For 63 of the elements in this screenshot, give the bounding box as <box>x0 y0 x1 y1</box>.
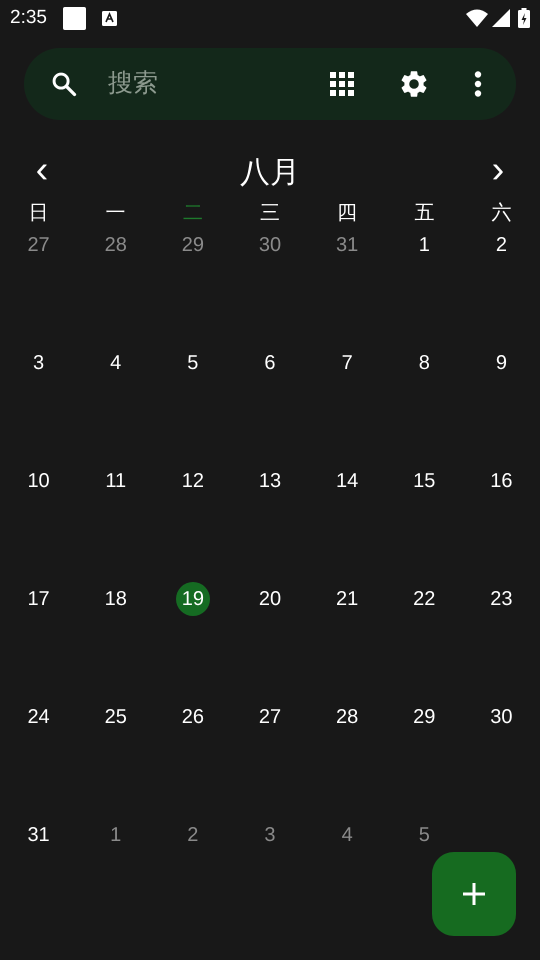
day-cell[interactable]: 8 <box>407 346 442 380</box>
grid-icon[interactable] <box>330 72 354 96</box>
weekday-label: 六 <box>491 201 512 226</box>
day-cell[interactable]: 30 <box>252 228 287 262</box>
day-cell[interactable]: 5 <box>176 346 210 380</box>
month-title: 八月 <box>240 154 300 190</box>
day-cell[interactable]: 28 <box>98 228 133 262</box>
notification-icon <box>62 6 86 30</box>
day-cell[interactable]: 19 <box>176 582 210 616</box>
day-cell[interactable]: 3 <box>252 818 287 852</box>
next-month-button[interactable]: › <box>484 151 512 189</box>
day-cell[interactable]: 28 <box>330 700 364 734</box>
day-cell[interactable]: 12 <box>176 464 210 498</box>
wifi-icon <box>466 9 488 27</box>
day-cell[interactable]: 27 <box>252 700 287 734</box>
weekday-label: 五 <box>414 201 434 226</box>
weekday-label: 三 <box>260 201 280 226</box>
day-cell[interactable]: 18 <box>98 582 133 616</box>
more-icon[interactable] <box>474 71 482 97</box>
day-cell[interactable]: 29 <box>407 700 442 734</box>
day-cell[interactable]: 4 <box>330 818 364 852</box>
weekday-label: 日 <box>28 201 49 226</box>
day-cell[interactable]: 13 <box>252 464 287 498</box>
day-cell[interactable]: 7 <box>330 346 364 380</box>
previous-month-button[interactable]: ‹ <box>28 151 56 189</box>
day-cell[interactable]: 15 <box>407 464 442 498</box>
day-cell[interactable]: 11 <box>98 464 133 498</box>
plus-icon <box>463 883 485 905</box>
day-cell[interactable]: 16 <box>484 464 518 498</box>
day-cell[interactable]: 26 <box>176 700 210 734</box>
status-time: 2:35 <box>10 6 47 30</box>
day-cell[interactable]: 9 <box>484 346 518 380</box>
day-cell[interactable]: 31 <box>330 228 364 262</box>
weekday-label: 二 <box>182 201 203 226</box>
day-cell[interactable]: 2 <box>484 228 518 262</box>
search-icon[interactable] <box>50 70 78 98</box>
day-cell[interactable]: 25 <box>98 700 133 734</box>
day-cell[interactable]: 21 <box>330 582 364 616</box>
day-cell[interactable]: 29 <box>176 228 210 262</box>
weekday-label: 一 <box>106 201 126 226</box>
day-cell[interactable]: 17 <box>22 582 56 616</box>
day-cell[interactable]: 10 <box>22 464 56 498</box>
day-cell[interactable]: 30 <box>484 700 518 734</box>
day-cell[interactable]: 27 <box>22 228 56 262</box>
day-cell[interactable]: 3 <box>22 346 56 380</box>
day-cell[interactable]: 6 <box>252 346 287 380</box>
battery-icon <box>518 8 530 28</box>
day-cell[interactable]: 22 <box>407 582 442 616</box>
day-cell[interactable]: 20 <box>252 582 287 616</box>
search-field[interactable]: 搜索 <box>108 65 288 103</box>
weekday-label: 四 <box>337 201 358 226</box>
day-cell[interactable]: 23 <box>484 582 518 616</box>
day-cell[interactable]: 1 <box>407 228 442 262</box>
day-cell[interactable]: 14 <box>330 464 364 498</box>
keyboard-icon <box>102 10 117 26</box>
day-cell[interactable]: 2 <box>176 818 210 852</box>
day-cell[interactable]: 31 <box>22 818 56 852</box>
add-button[interactable] <box>432 852 516 936</box>
day-cell[interactable]: 24 <box>22 700 56 734</box>
day-cell[interactable]: 5 <box>407 818 442 852</box>
signal-icon <box>492 9 510 27</box>
day-cell[interactable]: 4 <box>98 346 133 380</box>
day-cell[interactable]: 1 <box>98 818 133 852</box>
